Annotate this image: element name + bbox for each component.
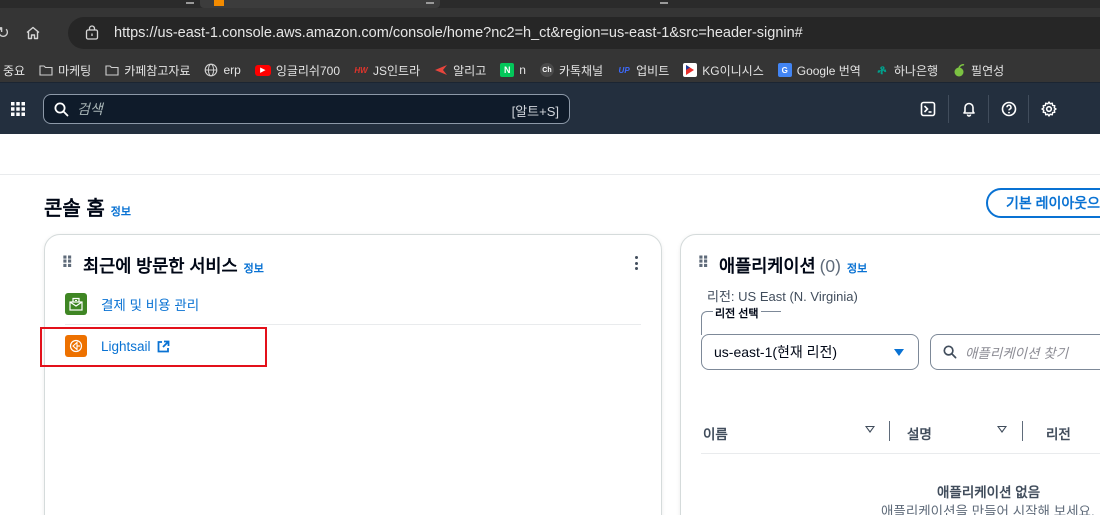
help-button[interactable] bbox=[988, 95, 1028, 123]
hiworks-icon: HW bbox=[354, 65, 368, 75]
drag-handle-icon[interactable]: ⠿ bbox=[697, 253, 709, 273]
region-select-label: 리전 선택 bbox=[713, 305, 761, 321]
kakao-channel-icon: Ch bbox=[539, 63, 554, 77]
bookmark-item[interactable]: HW JS인트라 bbox=[354, 60, 420, 80]
aws-top-navigation: 검색 [알트+S] bbox=[0, 82, 1100, 134]
help-icon bbox=[1001, 101, 1016, 117]
bookmark-item[interactable]: 중요 bbox=[3, 60, 25, 80]
table-divider bbox=[701, 453, 1100, 454]
folder-icon bbox=[105, 63, 119, 77]
hana-bank-icon: ቶ bbox=[877, 62, 887, 77]
widget-menu-button[interactable] bbox=[631, 253, 641, 273]
folder-icon bbox=[39, 63, 53, 77]
empty-state-title: 애플리케이션 없음 bbox=[937, 485, 1041, 500]
widget-info-link[interactable]: 정보 bbox=[244, 260, 264, 276]
notifications-button[interactable] bbox=[948, 95, 988, 123]
cloudshell-icon bbox=[920, 101, 936, 117]
widget-info-link[interactable]: 정보 bbox=[847, 260, 867, 276]
highlight-annotation-box bbox=[40, 327, 267, 367]
site-info-icon[interactable] bbox=[84, 25, 100, 41]
search-icon bbox=[943, 345, 957, 359]
column-resizer[interactable] bbox=[889, 421, 890, 441]
aws-tab-favicon bbox=[214, 0, 224, 6]
console-search-input[interactable]: 검색 [알트+S] bbox=[43, 94, 570, 124]
sort-icon[interactable] bbox=[865, 426, 875, 433]
caret-down-icon bbox=[894, 349, 904, 356]
kebab-icon-dot bbox=[634, 256, 638, 259]
kebab-icon-dot bbox=[634, 267, 638, 270]
bookmark-item[interactable]: G Google 번역 bbox=[777, 60, 861, 80]
upbit-icon: UP bbox=[618, 65, 630, 75]
google-translate-icon: G bbox=[777, 63, 792, 77]
bookmark-item[interactable]: 필연성 bbox=[952, 60, 1004, 80]
current-region-label: 리전: US East (N. Virginia) bbox=[707, 289, 858, 304]
refresh-icon[interactable]: ↻ bbox=[0, 24, 12, 42]
naver-icon: N bbox=[500, 63, 515, 77]
sort-icon[interactable] bbox=[997, 426, 1007, 433]
column-resizer[interactable] bbox=[1022, 421, 1023, 441]
bookmark-item[interactable]: KG이니시스 bbox=[683, 60, 764, 80]
recent-services-widget: ⠿ 최근에 방문한 서비스 정보 결제 및 비용 관리 Lightsail bbox=[44, 234, 662, 515]
service-link[interactable]: 결제 및 비용 관리 bbox=[101, 294, 199, 314]
leaf-icon bbox=[952, 63, 966, 77]
address-bar[interactable]: https://us-east-1.console.aws.amazon.com… bbox=[68, 17, 1100, 49]
bookmarks-bar: 중요 마케팅 카페참고자료 erp ▶ 잉글리쉬700 HW JS인트라 알리고… bbox=[0, 58, 1100, 82]
page-title: 콘솔 홈 정보 bbox=[44, 198, 132, 220]
bookmark-item[interactable]: Ch 카톡채널 bbox=[539, 60, 603, 80]
search-icon bbox=[54, 102, 69, 116]
browser-tab-active[interactable] bbox=[200, 0, 440, 8]
settings-button[interactable] bbox=[1028, 95, 1068, 123]
drag-handle-icon[interactable]: ⠿ bbox=[61, 253, 73, 273]
bookmark-item[interactable]: erp bbox=[204, 60, 241, 80]
bookmark-item[interactable]: ቶ 하나은행 bbox=[875, 60, 938, 80]
content-divider bbox=[0, 174, 1100, 175]
nav-icon-group bbox=[908, 95, 1068, 123]
application-count: (0) bbox=[819, 256, 841, 276]
search-shortcut-hint: [알트+S] bbox=[511, 104, 559, 119]
search-placeholder: 애플리케이션 찾기 bbox=[965, 346, 1069, 361]
tab-close-icon[interactable] bbox=[426, 2, 434, 4]
home-icon bbox=[26, 26, 40, 40]
bookmark-item[interactable]: N n bbox=[500, 60, 526, 80]
bookmark-folder[interactable]: 마케팅 bbox=[39, 60, 91, 80]
page-info-link[interactable]: 정보 bbox=[111, 203, 131, 219]
column-header-region[interactable]: 리전 bbox=[1046, 423, 1071, 443]
table-header: 이름 설명 리전 bbox=[701, 421, 1100, 443]
youtube-icon: ▶ bbox=[254, 64, 271, 76]
search-placeholder: 검색 bbox=[77, 101, 103, 117]
bookmark-folder[interactable]: 카페참고자료 bbox=[105, 60, 190, 80]
kg-inicis-icon bbox=[683, 63, 698, 77]
kebab-icon-dot bbox=[634, 261, 638, 265]
region-select[interactable]: us-east-1(현재 리전) bbox=[701, 334, 919, 370]
reset-layout-button[interactable]: 기본 레이아웃으로 bbox=[986, 188, 1100, 218]
services-menu-button[interactable] bbox=[10, 101, 26, 117]
globe-icon bbox=[204, 63, 218, 77]
recent-service-item[interactable]: 결제 및 비용 관리 bbox=[65, 293, 641, 315]
gear-icon bbox=[1040, 101, 1057, 117]
tab-close-icon[interactable] bbox=[186, 2, 194, 4]
column-header-description[interactable]: 설명 bbox=[907, 423, 932, 443]
applications-widget: ⠿ 애플리케이션 (0) 정보 리전: US East (N. Virginia… bbox=[680, 234, 1100, 515]
browser-tab-strip bbox=[0, 0, 1100, 8]
widget-title: 최근에 방문한 서비스 정보 bbox=[83, 256, 264, 276]
billing-icon bbox=[65, 293, 87, 315]
bell-icon bbox=[962, 102, 975, 117]
cloudshell-button[interactable] bbox=[908, 95, 948, 123]
column-header-name[interactable]: 이름 bbox=[703, 423, 728, 443]
grid-icon bbox=[11, 102, 25, 116]
widget-title: 애플리케이션 (0) 정보 bbox=[719, 256, 868, 276]
tab-close-icon[interactable] bbox=[660, 2, 668, 4]
url-text: https://us-east-1.console.aws.amazon.com… bbox=[114, 25, 803, 41]
bookmark-item[interactable]: ▶ 잉글리쉬700 bbox=[254, 60, 340, 80]
bookmark-item[interactable]: 알리고 bbox=[434, 60, 486, 80]
empty-state-description: 애플리케이션을 만들어 시작해 보세요. bbox=[881, 504, 1095, 515]
bookmark-item[interactable]: UP 업비트 bbox=[617, 60, 670, 80]
browser-toolbar: ↻ https://us-east-1.console.aws.amazon.c… bbox=[0, 8, 1100, 58]
aligo-icon bbox=[434, 63, 448, 77]
list-divider bbox=[65, 324, 641, 325]
region-select-value: us-east-1(현재 리전) bbox=[714, 344, 838, 360]
application-search-input[interactable]: 애플리케이션 찾기 bbox=[930, 334, 1100, 370]
home-button[interactable] bbox=[18, 18, 48, 48]
